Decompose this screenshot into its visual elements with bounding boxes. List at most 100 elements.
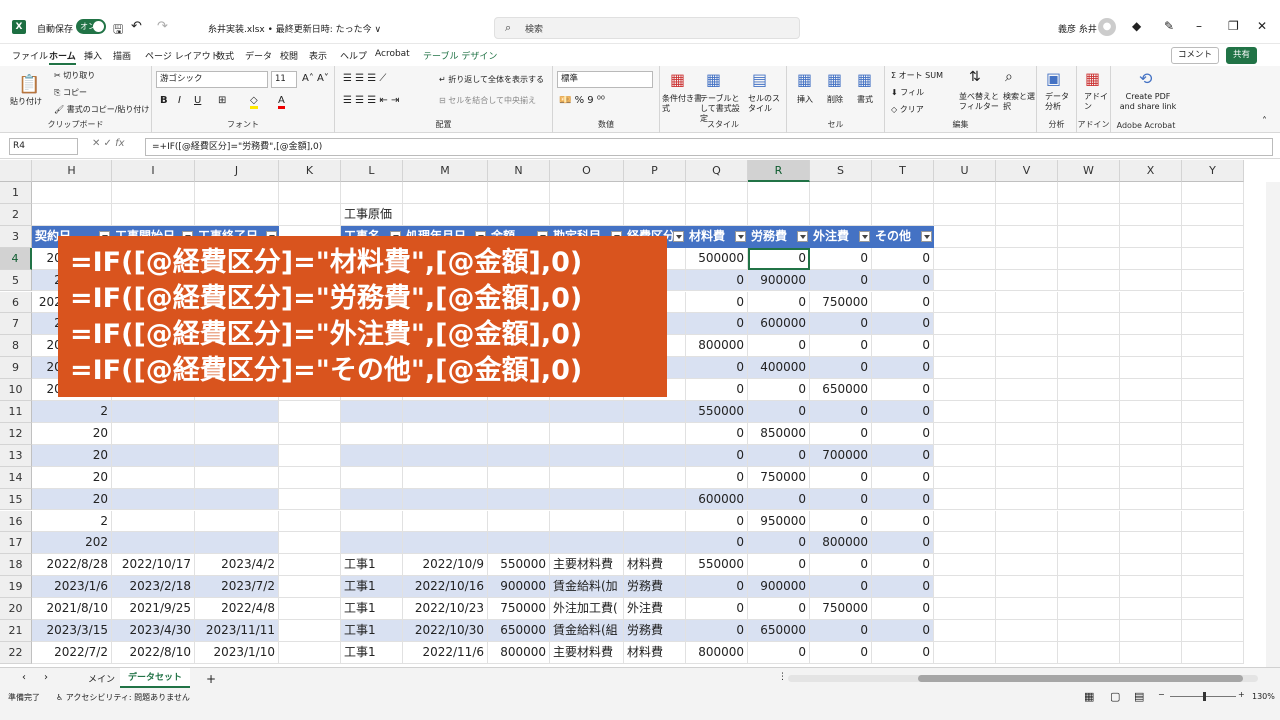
grid-cell[interactable] xyxy=(996,225,1058,248)
row-header[interactable]: 22 xyxy=(0,641,32,664)
grid-cell[interactable] xyxy=(934,620,996,642)
row-header[interactable]: 14 xyxy=(0,466,32,489)
grid-cell[interactable] xyxy=(1182,641,1244,664)
table-cell[interactable]: 20 xyxy=(32,422,112,445)
table-cell[interactable]: 2023/11/11 xyxy=(195,620,279,642)
grid-cell[interactable] xyxy=(810,182,872,204)
italic-icon[interactable]: I xyxy=(178,95,181,106)
horizontal-scroll-thumb[interactable] xyxy=(918,675,1243,682)
table-cell[interactable]: 2023/3/15 xyxy=(32,620,112,642)
table-cell[interactable] xyxy=(624,488,686,511)
grid-cell[interactable] xyxy=(934,379,996,401)
table-cell[interactable]: 0 xyxy=(872,620,934,642)
grid-cell[interactable] xyxy=(934,466,996,489)
grid-cell[interactable] xyxy=(550,203,624,226)
merge-center-button[interactable]: ⊟ セルを結合して中央揃え xyxy=(439,95,536,106)
table-cell[interactable]: 0 xyxy=(748,379,810,401)
copy-button[interactable]: ⎘ コピー xyxy=(54,87,87,98)
table-cell[interactable]: 0 xyxy=(810,401,872,423)
grid-cell[interactable] xyxy=(1058,225,1120,248)
grid-cell[interactable] xyxy=(1182,357,1244,380)
row-header[interactable]: 2 xyxy=(0,203,32,226)
grid-cell[interactable] xyxy=(1182,269,1244,292)
table-cell[interactable]: 750000 xyxy=(748,466,810,489)
table-cell[interactable]: 0 xyxy=(686,576,748,599)
grid-cell[interactable] xyxy=(1058,576,1120,599)
delete-cells-icon[interactable]: ▦ xyxy=(827,70,842,89)
table-cell[interactable]: 550000 xyxy=(488,554,550,577)
grid-cell[interactable] xyxy=(934,532,996,555)
grid-cell[interactable] xyxy=(1120,532,1182,555)
table-cell[interactable]: 2022/10/9 xyxy=(403,554,488,577)
row-header[interactable]: 17 xyxy=(0,532,32,555)
row-header[interactable]: 7 xyxy=(0,313,32,336)
grid-cell[interactable] xyxy=(32,203,112,226)
grid-cell[interactable] xyxy=(279,444,341,467)
grid-cell[interactable] xyxy=(934,225,996,248)
table-cell[interactable]: 0 xyxy=(686,598,748,620)
table-cell[interactable]: 750000 xyxy=(810,291,872,314)
table-cell[interactable]: 0 xyxy=(686,291,748,314)
grid-cell[interactable] xyxy=(279,510,341,533)
table-cell[interactable]: 2023/1/10 xyxy=(195,641,279,664)
table-cell[interactable]: 0 xyxy=(872,422,934,445)
grid-cell[interactable] xyxy=(1182,182,1244,204)
grid-cell[interactable] xyxy=(112,203,195,226)
format-painter-button[interactable]: 🖌 書式のコピー/貼り付け xyxy=(54,104,149,115)
table-cell[interactable]: 0 xyxy=(810,335,872,358)
redo-icon[interactable]: ↷ xyxy=(157,19,168,34)
grid-cell[interactable] xyxy=(996,598,1058,620)
grid-cell[interactable] xyxy=(624,203,686,226)
table-cell[interactable] xyxy=(624,466,686,489)
table-cell[interactable]: 0 xyxy=(810,641,872,664)
table-cell[interactable]: 2022/8/28 xyxy=(32,554,112,577)
table-cell[interactable]: 0 xyxy=(872,576,934,599)
share-button[interactable]: 共有 xyxy=(1226,47,1258,64)
column-header[interactable]: R xyxy=(748,160,810,182)
table-cell[interactable] xyxy=(403,510,488,533)
fill-color-icon[interactable]: ◇ xyxy=(250,95,258,109)
grid-cell[interactable] xyxy=(195,203,279,226)
create-pdf-button[interactable]: Create PDF and share link xyxy=(1117,92,1179,112)
grid-cell[interactable] xyxy=(1182,576,1244,599)
table-cell[interactable]: 0 xyxy=(686,269,748,292)
grid-cell[interactable] xyxy=(934,598,996,620)
column-header[interactable]: W xyxy=(1058,160,1120,182)
column-header[interactable]: I xyxy=(112,160,195,182)
grid-cell[interactable] xyxy=(1120,182,1182,204)
grid-cell[interactable] xyxy=(1058,269,1120,292)
grid-cell[interactable] xyxy=(1120,225,1182,248)
grid-cell[interactable] xyxy=(872,182,934,204)
grid-cell[interactable] xyxy=(1058,598,1120,620)
table-cell[interactable]: 0 xyxy=(748,488,810,511)
table-cell[interactable]: 0 xyxy=(686,379,748,401)
avatar[interactable]: ● xyxy=(1098,18,1116,36)
active-cell[interactable]: 0 xyxy=(748,247,810,270)
grid-cell[interactable] xyxy=(1182,291,1244,314)
table-cell[interactable]: 外注費 xyxy=(624,598,686,620)
user-name[interactable]: 義彦 糸井 xyxy=(1058,22,1097,35)
table-cell[interactable]: 2021/9/25 xyxy=(112,598,195,620)
grid-cell[interactable] xyxy=(1120,203,1182,226)
select-all-corner[interactable] xyxy=(0,160,32,182)
table-cell[interactable] xyxy=(624,532,686,555)
accessibility-status[interactable]: ♿ アクセシビリティ: 問題ありません xyxy=(56,692,190,703)
table-cell[interactable]: 2023/1/6 xyxy=(32,576,112,599)
table-header-cell[interactable]: 労務費 xyxy=(748,225,810,248)
row-header[interactable]: 12 xyxy=(0,422,32,445)
table-cell[interactable]: 900000 xyxy=(488,576,550,599)
autosave-toggle[interactable]: オン xyxy=(76,19,106,34)
table-cell[interactable] xyxy=(550,488,624,511)
table-cell[interactable]: 工事1 xyxy=(341,620,403,642)
table-cell[interactable]: 550000 xyxy=(686,401,748,423)
grid-cell[interactable] xyxy=(1120,335,1182,358)
table-cell[interactable] xyxy=(403,488,488,511)
paste-button[interactable]: 貼り付け xyxy=(10,96,42,107)
table-format-icon[interactable]: ▦ xyxy=(706,70,721,89)
table-cell[interactable]: 0 xyxy=(748,444,810,467)
table-cell[interactable] xyxy=(488,488,550,511)
table-cell[interactable] xyxy=(112,488,195,511)
grid-cell[interactable] xyxy=(934,269,996,292)
table-cell[interactable]: 0 xyxy=(872,335,934,358)
column-header[interactable]: O xyxy=(550,160,624,182)
